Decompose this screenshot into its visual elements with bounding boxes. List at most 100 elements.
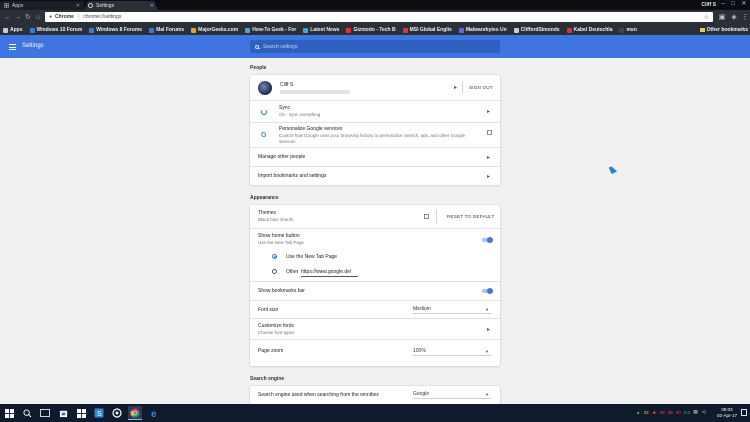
bookmark-item[interactable]: Kabel Deutschla (566, 27, 613, 33)
profile-button[interactable]: Cliff S (702, 1, 716, 8)
hamburger-menu-icon[interactable] (9, 44, 16, 50)
radio-other[interactable] (272, 269, 277, 274)
search-icon[interactable] (20, 406, 34, 420)
manage-people-row[interactable]: Manage other people ▸ (250, 147, 500, 166)
page-zoom-select[interactable]: 100% ▼ (413, 348, 491, 356)
divider (462, 81, 463, 94)
windows-logo-icon[interactable] (74, 406, 88, 420)
task-view-icon[interactable] (38, 406, 52, 420)
app-icon[interactable] (110, 406, 124, 420)
bookmark-label: Mal Forums (156, 27, 185, 33)
home-button-title: Show home button (258, 232, 300, 239)
bookmark-item[interactable]: Gizmodo - Tech B (346, 27, 396, 33)
bookmark-item[interactable]: How-To Geek - For (245, 27, 296, 33)
menu-icon[interactable]: ⋮ (740, 12, 750, 23)
themes-row[interactable]: Themes Black blue shards RESET TO DEFAUL… (250, 205, 500, 228)
close-tab-icon[interactable]: ✕ (150, 3, 154, 9)
font-size-label: Font size (258, 306, 279, 313)
account-row[interactable]: Cliff S ▸ SIGN OUT (250, 75, 500, 100)
bookmark-label: CliffordSimonds (520, 27, 560, 33)
mouse-cursor-icon (608, 165, 618, 174)
chrome-page-icon: ● (49, 14, 53, 20)
bookmark-star-icon[interactable]: ☆ (704, 14, 709, 21)
favicon-icon (303, 27, 309, 33)
sign-out-button[interactable]: SIGN OUT (469, 85, 493, 90)
customize-fonts-title: Customize fonts (258, 322, 294, 329)
tray-value: 39 (659, 409, 665, 415)
external-link-icon[interactable] (424, 214, 429, 219)
reset-theme-button[interactable]: RESET TO DEFAULT (447, 214, 495, 219)
store-icon[interactable] (56, 406, 70, 420)
close-window-icon[interactable]: ✕ (739, 0, 749, 9)
chevron-right-icon[interactable]: ▸ (454, 84, 457, 91)
omnibox[interactable]: ● Chrome | chrome://settings ☆ (45, 12, 713, 22)
other-bookmarks[interactable]: Other bookmarks (695, 25, 748, 35)
radio-ntp-row[interactable]: Use the New Tab Page (250, 249, 500, 265)
tab-settings[interactable]: Settings ✕ (84, 1, 158, 10)
bookmark-item[interactable]: MajorGeeks.com (191, 27, 238, 33)
close-tab-icon[interactable]: ✕ (76, 3, 80, 9)
bookmark-label: Windows 10 Forum (36, 27, 83, 33)
bookmark-item[interactable]: Apps (3, 27, 23, 33)
google-g-icon: G (261, 131, 267, 139)
home-url-field[interactable]: https://www.google.de/ (301, 269, 358, 277)
tab-apps[interactable]: Apps ✕ (0, 1, 84, 10)
radio-other-row[interactable]: Other https://www.google.de/ (250, 265, 500, 281)
search-engine-select[interactable]: Google ▼ (413, 391, 491, 399)
search-box[interactable] (250, 40, 500, 53)
windows-start-icon[interactable] (2, 406, 16, 420)
extension-icon[interactable]: ◈ (729, 12, 739, 23)
bookmark-item[interactable]: MSI Global Englis (402, 27, 452, 33)
tray-icon[interactable]: ▲ (636, 410, 641, 415)
bookmark-item[interactable]: Mal Forums (149, 27, 184, 33)
search-input[interactable] (263, 43, 463, 50)
sync-row[interactable]: Sync On - sync everything ▸ (250, 100, 500, 122)
tray-value: 0.0 (683, 409, 690, 415)
taskbar: S e ▲ 32 ■ 39 39 30 0.0 ▤ ◁ 09:03 02-Apr… (0, 404, 750, 422)
bookmark-item[interactable]: Windows 10 Forum (29, 27, 83, 33)
search-icon (255, 44, 259, 49)
forward-icon[interactable]: → (13, 12, 23, 24)
clock[interactable]: 09:03 02-Apr-17 (717, 407, 737, 419)
bookmark-item[interactable]: Latest News (303, 27, 339, 33)
svg-text:S: S (97, 411, 102, 418)
personalize-row[interactable]: G Personalize Google services Control ho… (250, 122, 500, 147)
tray-value: 39 (667, 409, 673, 415)
external-link-icon[interactable] (487, 130, 492, 135)
radio-ntp-label: Use the New Tab Page (286, 254, 338, 260)
home-button-row[interactable]: Show home button Use the New Tab Page (250, 228, 500, 249)
notification-center-icon[interactable] (741, 409, 747, 416)
import-row[interactable]: Import bookmarks and settings ▸ (250, 166, 500, 185)
dropdown-caret-icon: ▼ (485, 349, 489, 354)
extension-icon[interactable]: ▣ (717, 12, 727, 23)
folder-icon (699, 28, 705, 32)
maximize-icon[interactable]: □ (728, 0, 738, 9)
back-icon[interactable]: ← (3, 12, 13, 24)
home-icon[interactable]: ⌂ (33, 12, 43, 24)
tray-icon[interactable]: ■ (652, 410, 657, 415)
bookmark-label: Kabel Deutschla (573, 27, 613, 33)
home-button-toggle[interactable] (482, 236, 493, 243)
volume-icon[interactable]: ◁ (701, 409, 706, 415)
bookmark-item[interactable]: msn (619, 27, 637, 33)
bookmarks-bar-toggle[interactable] (482, 287, 493, 294)
network-icon[interactable]: ▤ (693, 409, 698, 415)
customize-fonts-row[interactable]: Customize fonts Choose font types ▸ (250, 318, 500, 339)
chevron-right-icon[interactable]: ▸ (487, 173, 490, 180)
radio-new-tab-page[interactable] (272, 254, 277, 259)
bookmarks-bar-row[interactable]: Show bookmarks bar (250, 281, 500, 300)
bookmark-item[interactable]: CliffordSimonds (513, 27, 560, 33)
bookmark-item[interactable]: Malwarebytes Un (458, 27, 507, 33)
personalize-description: Control how Google uses your browsing hi… (279, 132, 466, 144)
chevron-right-icon[interactable]: ▸ (487, 108, 490, 115)
minimize-icon[interactable]: – (718, 0, 728, 9)
chrome-taskbar-icon[interactable] (128, 406, 142, 420)
skype-icon[interactable]: S (92, 406, 106, 420)
bookmark-label: msn (626, 27, 637, 33)
reload-icon[interactable]: ↻ (23, 12, 33, 24)
bookmark-item[interactable]: Windows 8 Forums (89, 27, 142, 33)
chevron-right-icon[interactable]: ▸ (487, 154, 490, 161)
font-size-select[interactable]: Medium ▼ (413, 306, 491, 314)
chevron-right-icon[interactable]: ▸ (487, 326, 490, 333)
edge-icon[interactable]: e (148, 406, 162, 420)
